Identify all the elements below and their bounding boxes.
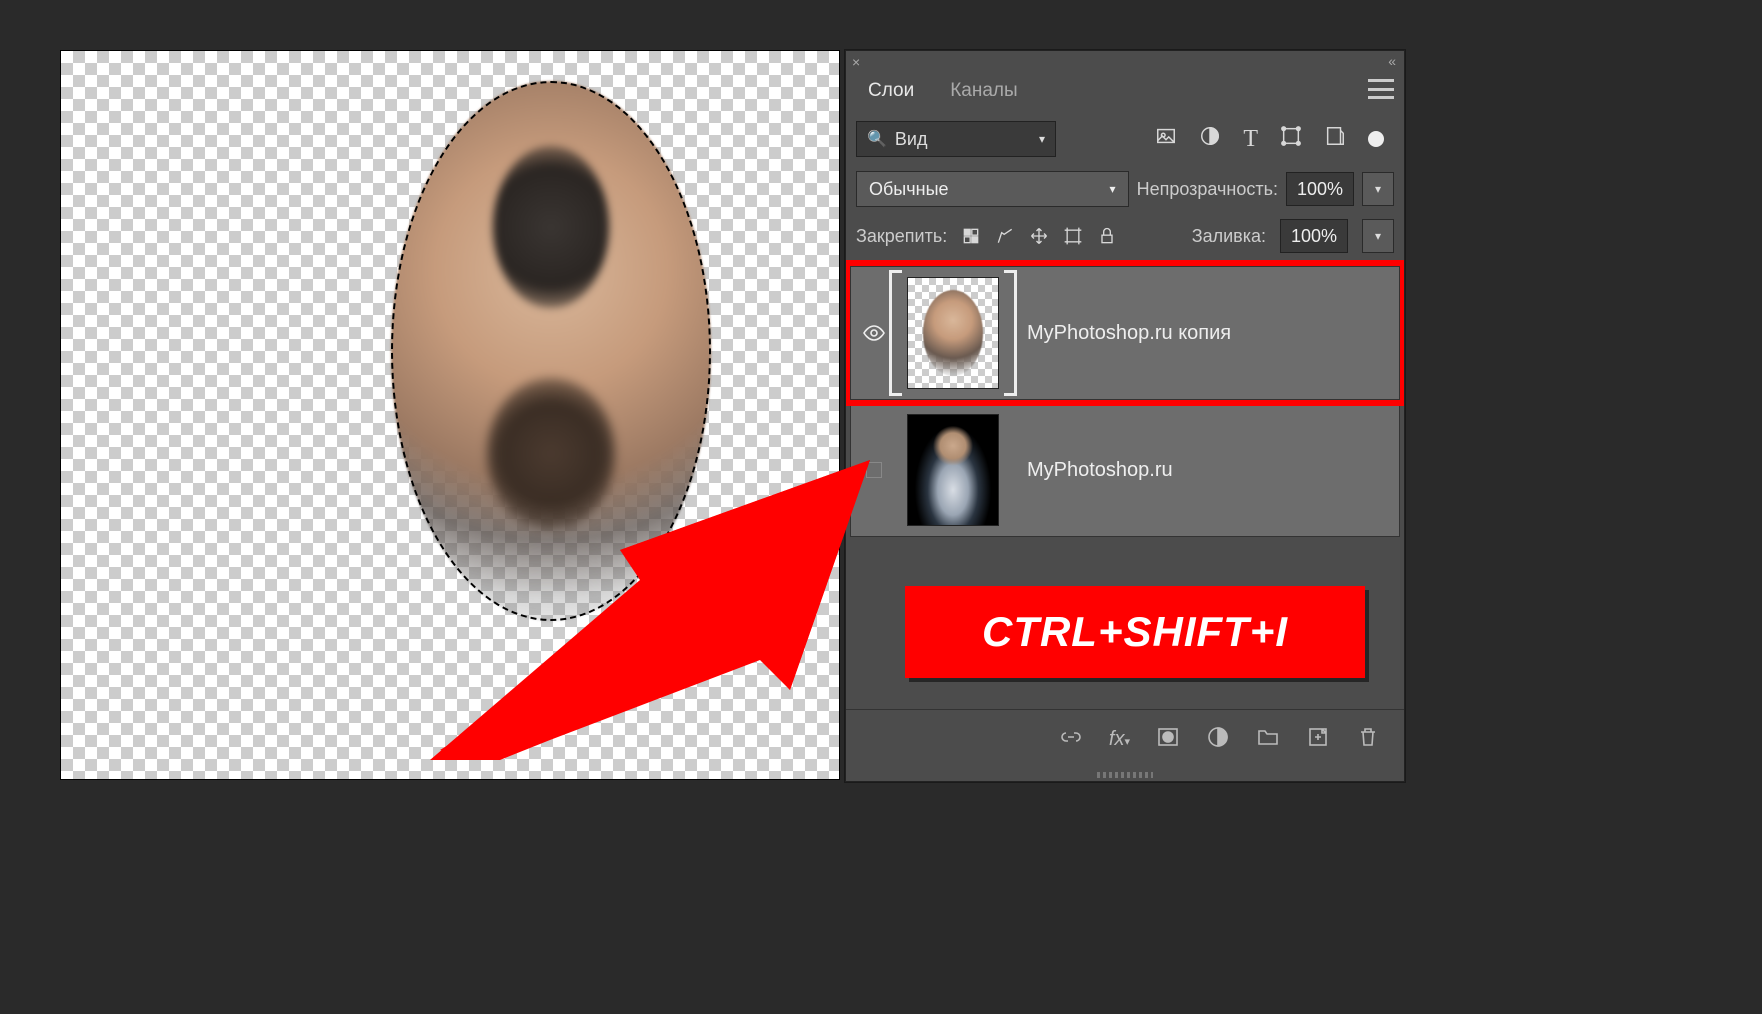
filter-mode-label: Вид (895, 129, 928, 150)
opacity-value[interactable]: 100% (1286, 172, 1354, 206)
link-layers-icon[interactable] (1059, 725, 1083, 755)
lock-transparent-icon[interactable] (961, 226, 981, 246)
document-canvas[interactable] (60, 50, 840, 780)
filter-shape-icon[interactable] (1280, 125, 1302, 153)
panel-resize-grip[interactable] (846, 769, 1404, 781)
lock-row: Закрепить: Заливка: 100% ▾ (846, 213, 1404, 259)
layer-thumbnail[interactable] (897, 272, 1009, 394)
visibility-toggle[interactable] (851, 462, 897, 478)
filter-adjustment-icon[interactable] (1199, 125, 1221, 153)
blend-row: Обычные ▾ Непрозрачность: 100% ▾ (846, 165, 1404, 213)
delete-layer-icon[interactable] (1356, 725, 1380, 755)
lock-pixels-icon[interactable] (995, 226, 1015, 246)
shortcut-callout: CTRL+SHIFT+I (905, 586, 1365, 678)
new-layer-icon[interactable] (1306, 725, 1330, 755)
layer-filter-select[interactable]: 🔍 Вид ▾ (856, 121, 1056, 157)
close-panel-icon[interactable]: × (852, 54, 860, 70)
layer-fx-icon[interactable]: fx▾ (1109, 728, 1130, 751)
fill-dropdown[interactable]: ▾ (1362, 219, 1394, 253)
panel-menu-icon[interactable] (1368, 79, 1394, 99)
panel-tabs: Слои Каналы (846, 69, 1404, 113)
chevron-down-icon: ▾ (1039, 132, 1045, 146)
layer-content-preview (391, 81, 711, 621)
lock-label: Закрепить: (856, 226, 947, 247)
layer-row[interactable]: MyPhotoshop.ru (850, 403, 1400, 537)
new-adjustment-icon[interactable] (1206, 725, 1230, 755)
tab-channels[interactable]: Каналы (932, 72, 1035, 110)
layer-name[interactable]: MyPhotoshop.ru копия (1009, 322, 1231, 345)
filter-pixel-icon[interactable] (1155, 125, 1177, 153)
blend-mode-value: Обычные (869, 179, 949, 200)
collapse-panel-icon[interactable]: « (1388, 53, 1396, 69)
layer-row[interactable]: MyPhotoshop.ru копия (850, 266, 1400, 400)
search-icon: 🔍 (867, 129, 887, 149)
layer-filter-row: 🔍 Вид ▾ T (846, 113, 1404, 165)
opacity-label: Непрозрачность: (1137, 179, 1278, 200)
fill-value[interactable]: 100% (1280, 219, 1348, 253)
lock-position-icon[interactable] (1029, 226, 1049, 246)
layer-thumbnail[interactable] (897, 409, 1009, 531)
filter-type-icon[interactable]: T (1243, 126, 1258, 153)
layer-name[interactable]: MyPhotoshop.ru (1009, 459, 1173, 482)
lock-all-icon[interactable] (1097, 226, 1117, 246)
add-mask-icon[interactable] (1156, 725, 1180, 755)
blend-mode-select[interactable]: Обычные ▾ (856, 171, 1129, 207)
opacity-dropdown[interactable]: ▾ (1362, 172, 1394, 206)
tab-layers[interactable]: Слои (850, 72, 932, 110)
chevron-down-icon: ▾ (1110, 182, 1116, 196)
fill-label: Заливка: (1192, 226, 1266, 247)
filter-smartobject-icon[interactable] (1324, 125, 1346, 153)
layers-panel-footer: fx▾ (846, 709, 1404, 769)
lock-artboard-icon[interactable] (1063, 226, 1083, 246)
new-group-icon[interactable] (1256, 725, 1280, 755)
filter-toggle-switch[interactable] (1368, 131, 1384, 147)
